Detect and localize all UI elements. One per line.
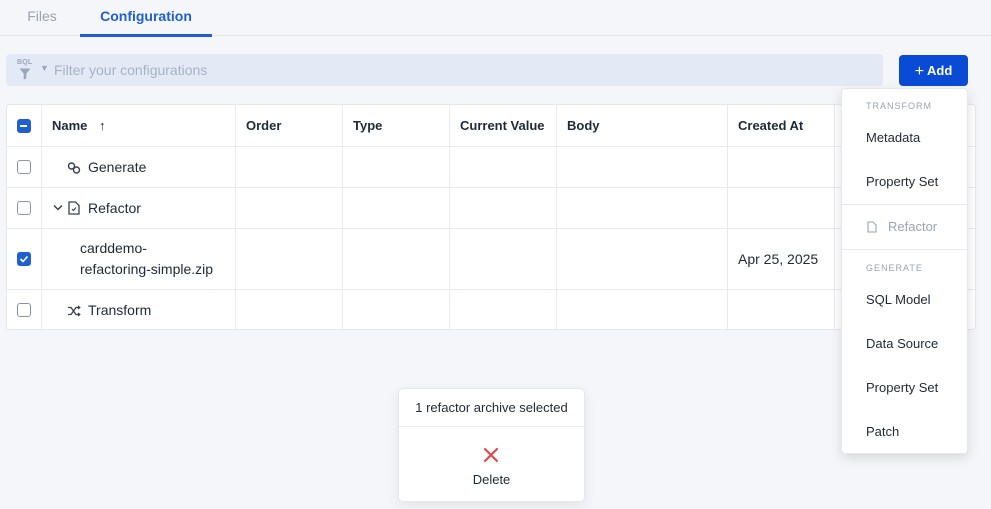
row-name-line1: carddemo- (80, 240, 147, 256)
caret-down-icon[interactable]: ▼ (40, 63, 49, 73)
document-icon (867, 221, 877, 233)
row-name: Generate (88, 159, 147, 175)
menu-item-data-source[interactable]: Data Source (842, 327, 967, 361)
bql-filter-icon[interactable]: BQL (17, 59, 33, 81)
tab-configuration[interactable]: Configuration (80, 0, 212, 37)
menu-item-metadata[interactable]: Metadata (842, 121, 967, 155)
shuffle-icon (68, 305, 81, 317)
menu-section-generate: GENERATE (866, 263, 923, 273)
chevron-down-icon[interactable] (53, 204, 63, 212)
bql-badge: BQL (17, 59, 33, 66)
column-header-created-at[interactable]: Created At (738, 105, 803, 147)
column-header-body[interactable]: Body (567, 105, 600, 147)
menu-item-sql-model[interactable]: SQL Model (842, 283, 967, 317)
table-row[interactable]: carddemo- refactoring-simple.zip Apr 25,… (7, 229, 975, 290)
menu-divider (842, 204, 967, 205)
select-all-checkbox[interactable] (17, 119, 31, 133)
column-header-type[interactable]: Type (353, 105, 382, 147)
row-name: Transform (88, 302, 152, 318)
table-row[interactable]: Generate (7, 147, 975, 188)
checkmark-icon (19, 255, 29, 263)
menu-item-patch[interactable]: Patch (842, 415, 967, 449)
close-icon (483, 447, 499, 463)
row-checkbox[interactable] (17, 160, 31, 174)
menu-item-property-set[interactable]: Property Set (842, 165, 967, 199)
menu-section-transform: TRANSFORM (866, 101, 932, 111)
add-button[interactable]: + Add (899, 55, 968, 86)
menu-item-refactor-label: Refactor (888, 219, 938, 234)
row-checkbox[interactable] (17, 303, 31, 317)
menu-divider (842, 249, 967, 250)
row-checkbox[interactable] (17, 252, 31, 266)
link-icon (67, 162, 81, 174)
row-checkbox[interactable] (17, 201, 31, 215)
funnel-icon (19, 68, 31, 80)
table-header: Name ↑ Order Type Current Value Body Cre… (7, 105, 975, 147)
add-button-label: Add (927, 63, 953, 78)
tab-files[interactable]: Files (6, 0, 78, 36)
column-header-order[interactable]: Order (246, 105, 281, 147)
table-row[interactable]: Refactor (7, 188, 975, 229)
column-header-name-label: Name (52, 118, 88, 133)
selection-count-label: 1 refactor archive selected (399, 389, 584, 427)
menu-item-property-set-generate[interactable]: Property Set (842, 371, 967, 405)
document-icon (68, 201, 80, 215)
selection-action-bar: 1 refactor archive selected Delete (398, 388, 585, 502)
filter-bar: BQL ▼ (6, 54, 883, 86)
delete-button[interactable]: Delete (399, 428, 584, 501)
filter-input[interactable] (54, 58, 854, 82)
add-dropdown-menu: TRANSFORM Metadata Property Set Refactor… (841, 88, 968, 454)
column-header-current-value[interactable]: Current Value (460, 105, 545, 147)
column-header-name[interactable]: Name ↑ (52, 105, 106, 147)
plus-icon: + (914, 63, 925, 80)
delete-label: Delete (472, 472, 511, 487)
row-name-line2: refactoring-simple.zip (80, 261, 214, 277)
sort-ascending-icon[interactable]: ↑ (99, 118, 106, 133)
tab-bar: Files Configuration (0, 0, 991, 37)
configurations-table: Name ↑ Order Type Current Value Body Cre… (6, 104, 976, 330)
row-created-at: Apr 25, 2025 (738, 251, 819, 267)
menu-item-refactor: Refactor (842, 210, 967, 244)
row-name: Refactor (88, 200, 141, 216)
table-row[interactable]: Transform (7, 290, 975, 329)
